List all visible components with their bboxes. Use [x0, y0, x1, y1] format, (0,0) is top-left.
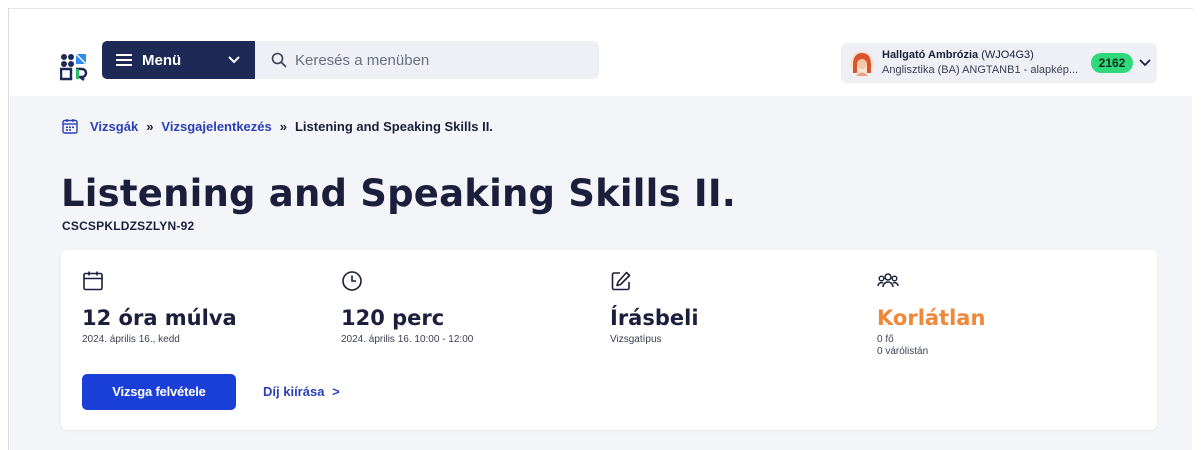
registered-count: 0 fő [877, 334, 894, 345]
search-input[interactable] [295, 51, 575, 69]
menu-button-label: Menü [142, 51, 182, 69]
fee-link-label: Díj kiírása [263, 384, 325, 399]
app-logo[interactable] [59, 53, 88, 81]
course-code: CSCSPKLDZSZLYN-92 [62, 219, 195, 233]
edit-icon [611, 271, 631, 291]
user-profile-menu[interactable]: Hallgató Ambrózia (WJO4G3) Anglisztika (… [841, 43, 1157, 83]
user-code: (WJO4G3) [981, 49, 1034, 61]
exam-date-detail: 2024. április 16., kedd [82, 334, 180, 345]
exam-time-range: 2024. április 16. 10:00 - 12:00 [341, 334, 474, 345]
top-navigation-bar: Menü Hallgató Ambrózia [10, 10, 1192, 96]
exam-duration-section: 120 perc 2024. április 16. 10:00 - 12:00 [341, 270, 601, 346]
chevron-right-icon: > [332, 384, 340, 399]
calendar-icon [83, 271, 103, 291]
menu-button[interactable]: Menü [102, 41, 255, 79]
chevron-down-icon [1139, 59, 1151, 67]
exam-type: Írásbeli [610, 306, 699, 330]
exam-info-card: 12 óra múlva 2024. április 16., kedd 120… [61, 250, 1157, 430]
clock-icon [342, 271, 362, 291]
hamburger-icon [116, 54, 132, 66]
user-name: Hallgató Ambrózia [882, 49, 979, 61]
user-program: Anglisztika (BA) ANGTANB1 - alapkép... [882, 64, 1079, 76]
menu-search [255, 41, 599, 79]
exam-capacity-section: Korlátlan 0 fő 0 várólistán [877, 270, 1137, 358]
count-badge: 2162 [1091, 53, 1133, 73]
exam-type-section: Írásbeli Vizsgatípus [610, 270, 870, 346]
frame-edge-left [8, 8, 9, 450]
page: Menü Hallgató Ambrózia [10, 10, 1192, 450]
breadcrumb-current: Listening and Speaking Skills II. [294, 118, 493, 134]
exam-date-section: 12 óra múlva 2024. április 16., kedd [82, 270, 342, 346]
register-exam-button[interactable]: Vizsga felvétele [82, 374, 236, 410]
users-icon [877, 273, 899, 288]
breadcrumb-separator: » [146, 118, 154, 134]
breadcrumb-separator: » [279, 118, 287, 134]
exam-type-label: Vizsgatípus [610, 334, 662, 345]
breadcrumb: Vizsgák » Vizsgajelentkezés » Listening … [62, 116, 493, 136]
breadcrumb-link-exam-registration[interactable]: Vizsgajelentkezés [161, 119, 271, 134]
page-title: Listening and Speaking Skills II. [61, 172, 737, 215]
exam-date-relative: 12 óra múlva [82, 306, 237, 330]
calendar-icon [62, 119, 78, 134]
frame-edge-top [8, 8, 1193, 9]
exam-capacity: Korlátlan [877, 306, 986, 330]
waitlist-count: 0 várólistán [877, 346, 929, 357]
chevron-down-icon [228, 56, 240, 64]
exam-duration: 120 perc [341, 306, 445, 330]
breadcrumb-link-exams[interactable]: Vizsgák [90, 119, 138, 134]
user-name-line: Hallgató Ambrózia (WJO4G3) [882, 49, 1034, 61]
avatar [849, 49, 875, 77]
fee-link[interactable]: Díj kiírása > [263, 384, 340, 399]
search-icon [271, 52, 287, 68]
